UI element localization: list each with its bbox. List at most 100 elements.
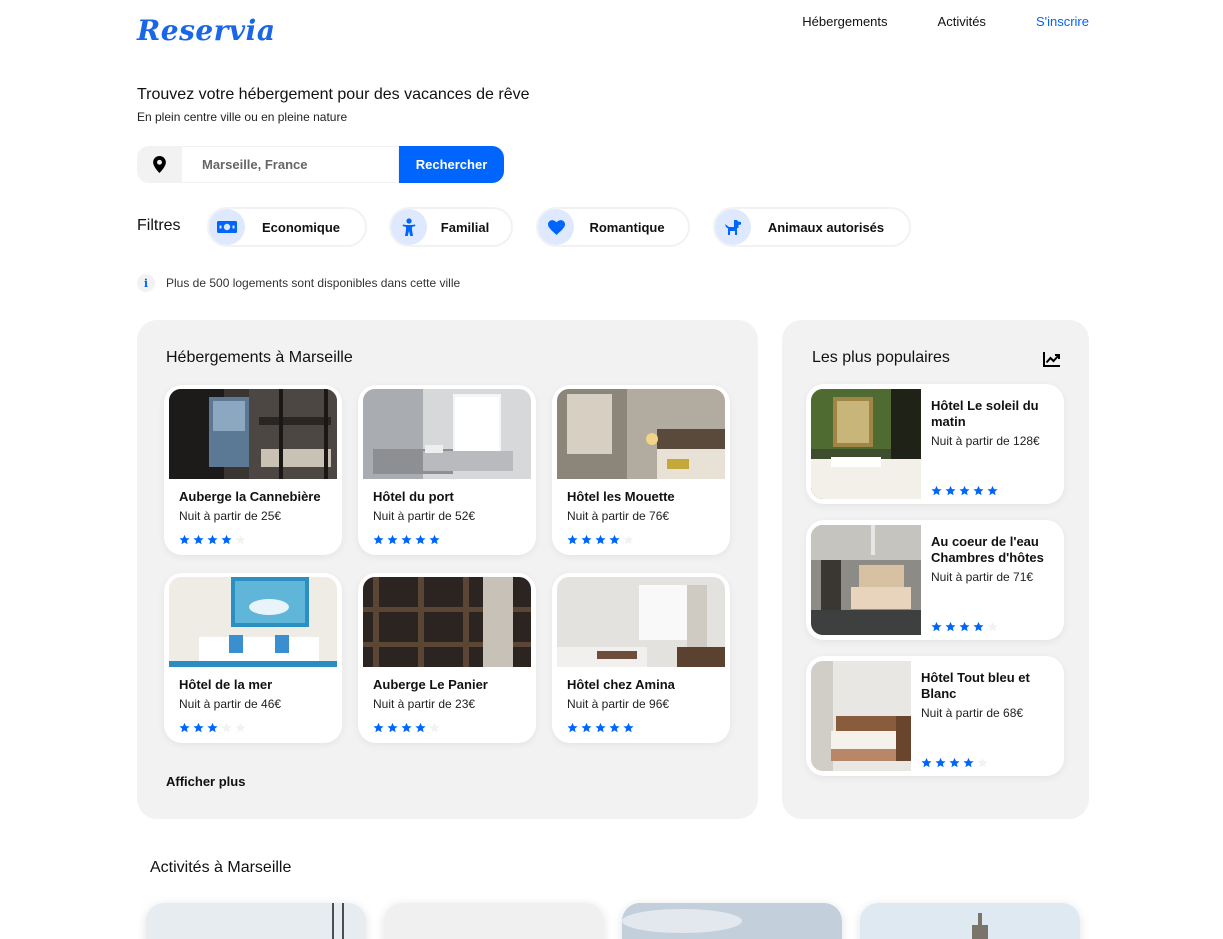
signup-link[interactable]: S'inscrire bbox=[1036, 14, 1089, 29]
main-nav: Hébergements Activités S'inscrire bbox=[802, 14, 1089, 29]
nav-link-hebergements[interactable]: Hébergements bbox=[802, 14, 887, 29]
filter-label: Familial bbox=[440, 219, 490, 235]
lodging-card[interactable]: Hôtel chez Amina Nuit à partir de 96€ bbox=[552, 573, 730, 743]
star-filled-icon bbox=[373, 722, 384, 733]
rating-stars bbox=[921, 757, 988, 768]
lodging-name: Hôtel les Mouette bbox=[567, 489, 675, 504]
lodging-card[interactable]: Hôtel du port Nuit à partir de 52€ bbox=[358, 385, 536, 555]
search-bar: Rechercher bbox=[137, 146, 504, 183]
dog-icon bbox=[715, 209, 751, 245]
star-empty-icon bbox=[235, 722, 246, 733]
filter-familial[interactable]: Familial bbox=[389, 207, 513, 247]
star-filled-icon bbox=[193, 722, 204, 733]
popular-card[interactable]: Au coeur de l'eau Chambres d'hôtes Nuit … bbox=[806, 520, 1064, 640]
map-pin-icon bbox=[137, 146, 182, 183]
lodging-name: Hôtel chez Amina bbox=[567, 677, 675, 692]
heart-icon bbox=[538, 209, 574, 245]
search-input[interactable] bbox=[182, 146, 399, 183]
child-icon bbox=[391, 209, 427, 245]
lodging-card[interactable]: Auberge Le Panier Nuit à partir de 23€ bbox=[358, 573, 536, 743]
popular-price: Nuit à partir de 71€ bbox=[931, 570, 1034, 584]
activity-card[interactable] bbox=[860, 903, 1080, 939]
logo[interactable]: Reservia bbox=[137, 14, 275, 47]
activity-card[interactable] bbox=[622, 903, 842, 939]
star-filled-icon bbox=[179, 722, 190, 733]
rating-stars bbox=[179, 534, 246, 545]
lodging-photo bbox=[557, 577, 725, 667]
star-filled-icon bbox=[609, 722, 620, 733]
star-filled-icon bbox=[949, 757, 960, 768]
lodging-card[interactable]: Auberge la Cannebière Nuit à partir de 2… bbox=[164, 385, 342, 555]
star-filled-icon bbox=[207, 534, 218, 545]
filter-romantique[interactable]: Romantique bbox=[536, 207, 690, 247]
lodging-card[interactable]: Hôtel les Mouette Nuit à partir de 76€ bbox=[552, 385, 730, 555]
popular-photo bbox=[811, 389, 921, 499]
rating-stars bbox=[567, 722, 634, 733]
star-filled-icon bbox=[581, 722, 592, 733]
star-filled-icon bbox=[945, 621, 956, 632]
star-filled-icon bbox=[207, 722, 218, 733]
info-message: i Plus de 500 logements sont disponibles… bbox=[137, 274, 460, 292]
filter-label: Economique bbox=[261, 219, 340, 235]
star-filled-icon bbox=[595, 722, 606, 733]
star-filled-icon bbox=[193, 534, 204, 545]
star-filled-icon bbox=[963, 757, 974, 768]
popular-card[interactable]: Hôtel Le soleil du matin Nuit à partir d… bbox=[806, 384, 1064, 504]
filter-label: Animaux autorisés bbox=[767, 219, 885, 235]
star-filled-icon bbox=[973, 485, 984, 496]
filter-label: Romantique bbox=[589, 219, 665, 235]
star-filled-icon bbox=[387, 534, 398, 545]
popular-price: Nuit à partir de 128€ bbox=[931, 434, 1040, 448]
lodging-price: Nuit à partir de 23€ bbox=[373, 697, 476, 711]
popular-card[interactable]: Hôtel Tout bleu et Blanc Nuit à partir d… bbox=[806, 656, 1064, 776]
star-empty-icon bbox=[235, 534, 246, 545]
star-filled-icon bbox=[959, 621, 970, 632]
lodging-photo bbox=[363, 577, 531, 667]
activity-card[interactable] bbox=[384, 903, 604, 939]
filter-animaux[interactable]: Animaux autorisés bbox=[713, 207, 911, 247]
star-filled-icon bbox=[567, 722, 578, 733]
star-filled-icon bbox=[429, 534, 440, 545]
activities-title: Activités à Marseille bbox=[150, 859, 292, 876]
popular-photo bbox=[811, 525, 921, 635]
lodging-price: Nuit à partir de 46€ bbox=[179, 697, 282, 711]
info-text: Plus de 500 logements sont disponibles d… bbox=[166, 276, 461, 290]
hero-title: Trouvez votre hébergement pour des vacan… bbox=[137, 86, 530, 103]
lodging-card[interactable]: Hôtel de la mer Nuit à partir de 46€ bbox=[164, 573, 342, 743]
money-icon bbox=[209, 209, 245, 245]
filter-economique[interactable]: Economique bbox=[207, 207, 367, 247]
show-more-link[interactable]: Afficher plus bbox=[166, 774, 245, 789]
nav-link-activites[interactable]: Activités bbox=[938, 14, 986, 29]
star-empty-icon bbox=[623, 534, 634, 545]
star-filled-icon bbox=[945, 485, 956, 496]
activity-card[interactable] bbox=[146, 903, 366, 939]
lodging-name: Hôtel du port bbox=[373, 489, 454, 504]
star-filled-icon bbox=[415, 722, 426, 733]
star-filled-icon bbox=[373, 534, 384, 545]
star-filled-icon bbox=[401, 534, 412, 545]
star-filled-icon bbox=[623, 722, 634, 733]
lodging-name: Auberge Le Panier bbox=[373, 677, 488, 692]
star-filled-icon bbox=[221, 534, 232, 545]
star-filled-icon bbox=[567, 534, 578, 545]
lodgings-title: Hébergements à Marseille bbox=[166, 349, 353, 366]
popular-name: Au coeur de l'eau Chambres d'hôtes bbox=[931, 534, 1044, 565]
lodging-price: Nuit à partir de 52€ bbox=[373, 509, 476, 523]
lodging-photo bbox=[169, 577, 337, 667]
lodging-name: Auberge la Cannebière bbox=[179, 489, 321, 504]
lodging-photo bbox=[557, 389, 725, 479]
popular-price: Nuit à partir de 68€ bbox=[921, 706, 1024, 720]
activity-photo bbox=[622, 903, 842, 939]
lodging-price: Nuit à partir de 25€ bbox=[179, 509, 282, 523]
rating-stars bbox=[931, 485, 998, 496]
star-filled-icon bbox=[609, 534, 620, 545]
star-filled-icon bbox=[401, 722, 412, 733]
star-filled-icon bbox=[415, 534, 426, 545]
star-empty-icon bbox=[429, 722, 440, 733]
star-empty-icon bbox=[221, 722, 232, 733]
rating-stars bbox=[373, 722, 440, 733]
star-filled-icon bbox=[595, 534, 606, 545]
search-button[interactable]: Rechercher bbox=[399, 146, 504, 183]
popular-title: Les plus populaires bbox=[812, 349, 950, 366]
rating-stars bbox=[567, 534, 634, 545]
